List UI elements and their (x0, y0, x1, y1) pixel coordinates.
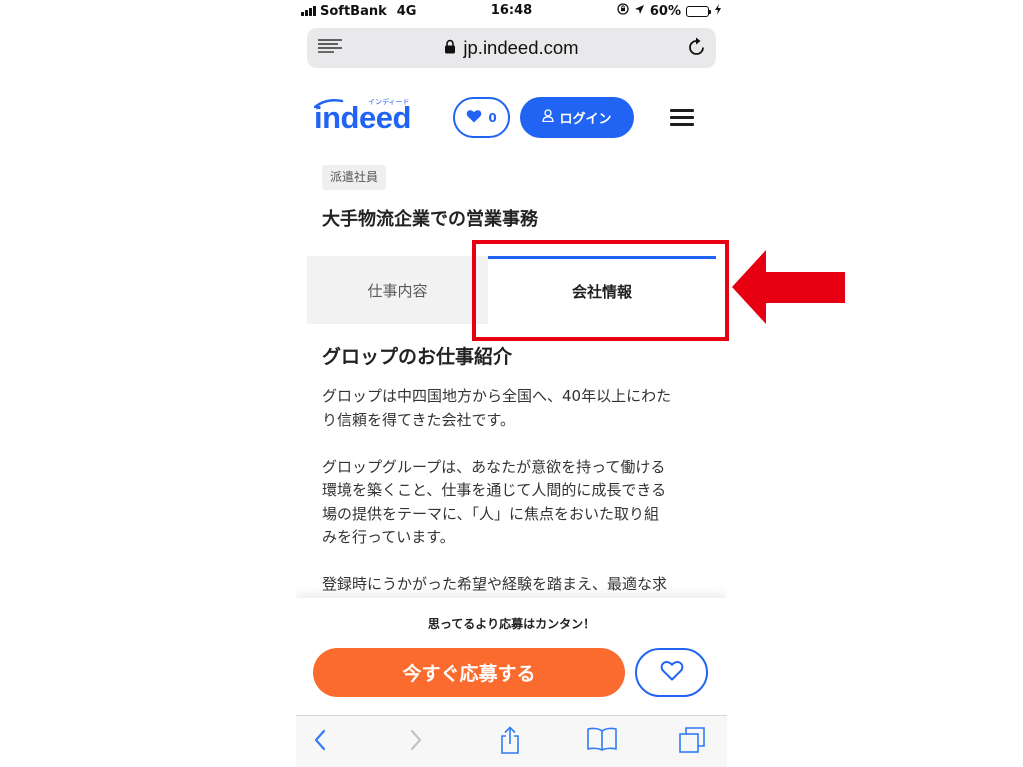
battery-percent: 60% (649, 3, 681, 19)
text-line: り信頼を得てきた会社です。 (322, 410, 516, 429)
annotation-arrow-icon (732, 250, 845, 324)
browser-toolbar (296, 715, 727, 767)
save-job-button[interactable] (635, 648, 708, 697)
highlight-box (472, 240, 729, 341)
company-description: グロップは中四国地方から全国へ、40年以上にわた り信頼を得てきた会社です。 グ… (322, 385, 717, 620)
apply-bar: 思ってるより応募はカンタン！ 今すぐ応募する (296, 598, 727, 715)
section-heading: グロップのお仕事紹介 (322, 346, 513, 368)
screenshot-canvas: SoftBank 4G 16:48 60% jp.indeed.com インディ… (0, 0, 1023, 767)
text-line: グロップは中四国地方から全国へ、40年以上にわた (322, 387, 672, 405)
hamburger-menu-icon[interactable] (668, 104, 696, 130)
battery-icon (686, 5, 711, 17)
text-line: 登録時にうかがった希望や経験を踏まえ、最適な求 (322, 575, 668, 593)
orientation-lock-icon (617, 3, 629, 19)
person-icon (542, 109, 555, 126)
phone-screen: SoftBank 4G 16:48 60% jp.indeed.com インディ… (296, 0, 727, 767)
indeed-logo[interactable]: インディード indeed (314, 94, 418, 138)
logo-text: indeed (314, 100, 411, 135)
share-button[interactable] (490, 716, 530, 767)
tabs-icon (679, 726, 705, 757)
apply-now-button[interactable]: 今すぐ応募する (313, 648, 625, 697)
address-bar[interactable]: jp.indeed.com (307, 28, 716, 68)
back-icon (314, 729, 326, 755)
status-bar: SoftBank 4G 16:48 60% (296, 0, 727, 22)
bookmarks-button[interactable] (582, 716, 622, 767)
tab-job-description[interactable]: 仕事内容 (307, 256, 488, 324)
charging-icon (715, 3, 721, 19)
heart-icon (466, 108, 482, 127)
back-button[interactable] (300, 716, 340, 767)
text-line: みを行っています。 (322, 528, 455, 546)
paragraph: グロップは中四国地方から全国へ、40年以上にわた り信頼を得てきた会社です。 (322, 385, 717, 432)
status-right: 60% (617, 0, 721, 22)
employment-type-badge: 派遣社員 (322, 165, 387, 190)
text-line: 環境を築くこと、仕事を通じて人間的に成長できる (322, 481, 667, 499)
text-line: グロップグループは、あなたが意欲を持って働ける (322, 457, 666, 476)
job-title: 大手物流企業での営業事務 (322, 209, 538, 230)
paragraph: グロップグループは、あなたが意欲を持って働ける 環境を築くこと、仕事を通じて人間… (322, 456, 717, 550)
url-text: jp.indeed.com (463, 37, 579, 58)
forward-button[interactable] (396, 716, 436, 767)
favorites-button[interactable]: 0 (453, 97, 510, 138)
login-button[interactable]: ログイン (520, 97, 634, 138)
forward-icon (410, 729, 422, 755)
url-display[interactable]: jp.indeed.com (307, 28, 716, 68)
reload-icon (688, 36, 706, 60)
paragraph: 登録時にうかがった希望や経験を踏まえ、最適な求 (322, 573, 717, 597)
reload-button[interactable] (685, 36, 709, 60)
location-icon (634, 4, 645, 19)
bookmarks-icon (587, 727, 617, 756)
login-label: ログイン (559, 112, 612, 127)
share-icon (499, 725, 521, 758)
apply-label: 今すぐ応募する (402, 663, 536, 685)
heart-outline-icon (660, 660, 684, 685)
lock-icon (444, 39, 456, 58)
favorites-count: 0 (488, 110, 497, 125)
text-line: 場の提供をテーマに、「人」に焦点をおいた取り組 (322, 504, 660, 523)
tab-label: 仕事内容 (367, 281, 428, 300)
tabs-button[interactable] (672, 716, 712, 767)
apply-prompt: 思ってるより応募はカンタン！ (427, 617, 596, 631)
